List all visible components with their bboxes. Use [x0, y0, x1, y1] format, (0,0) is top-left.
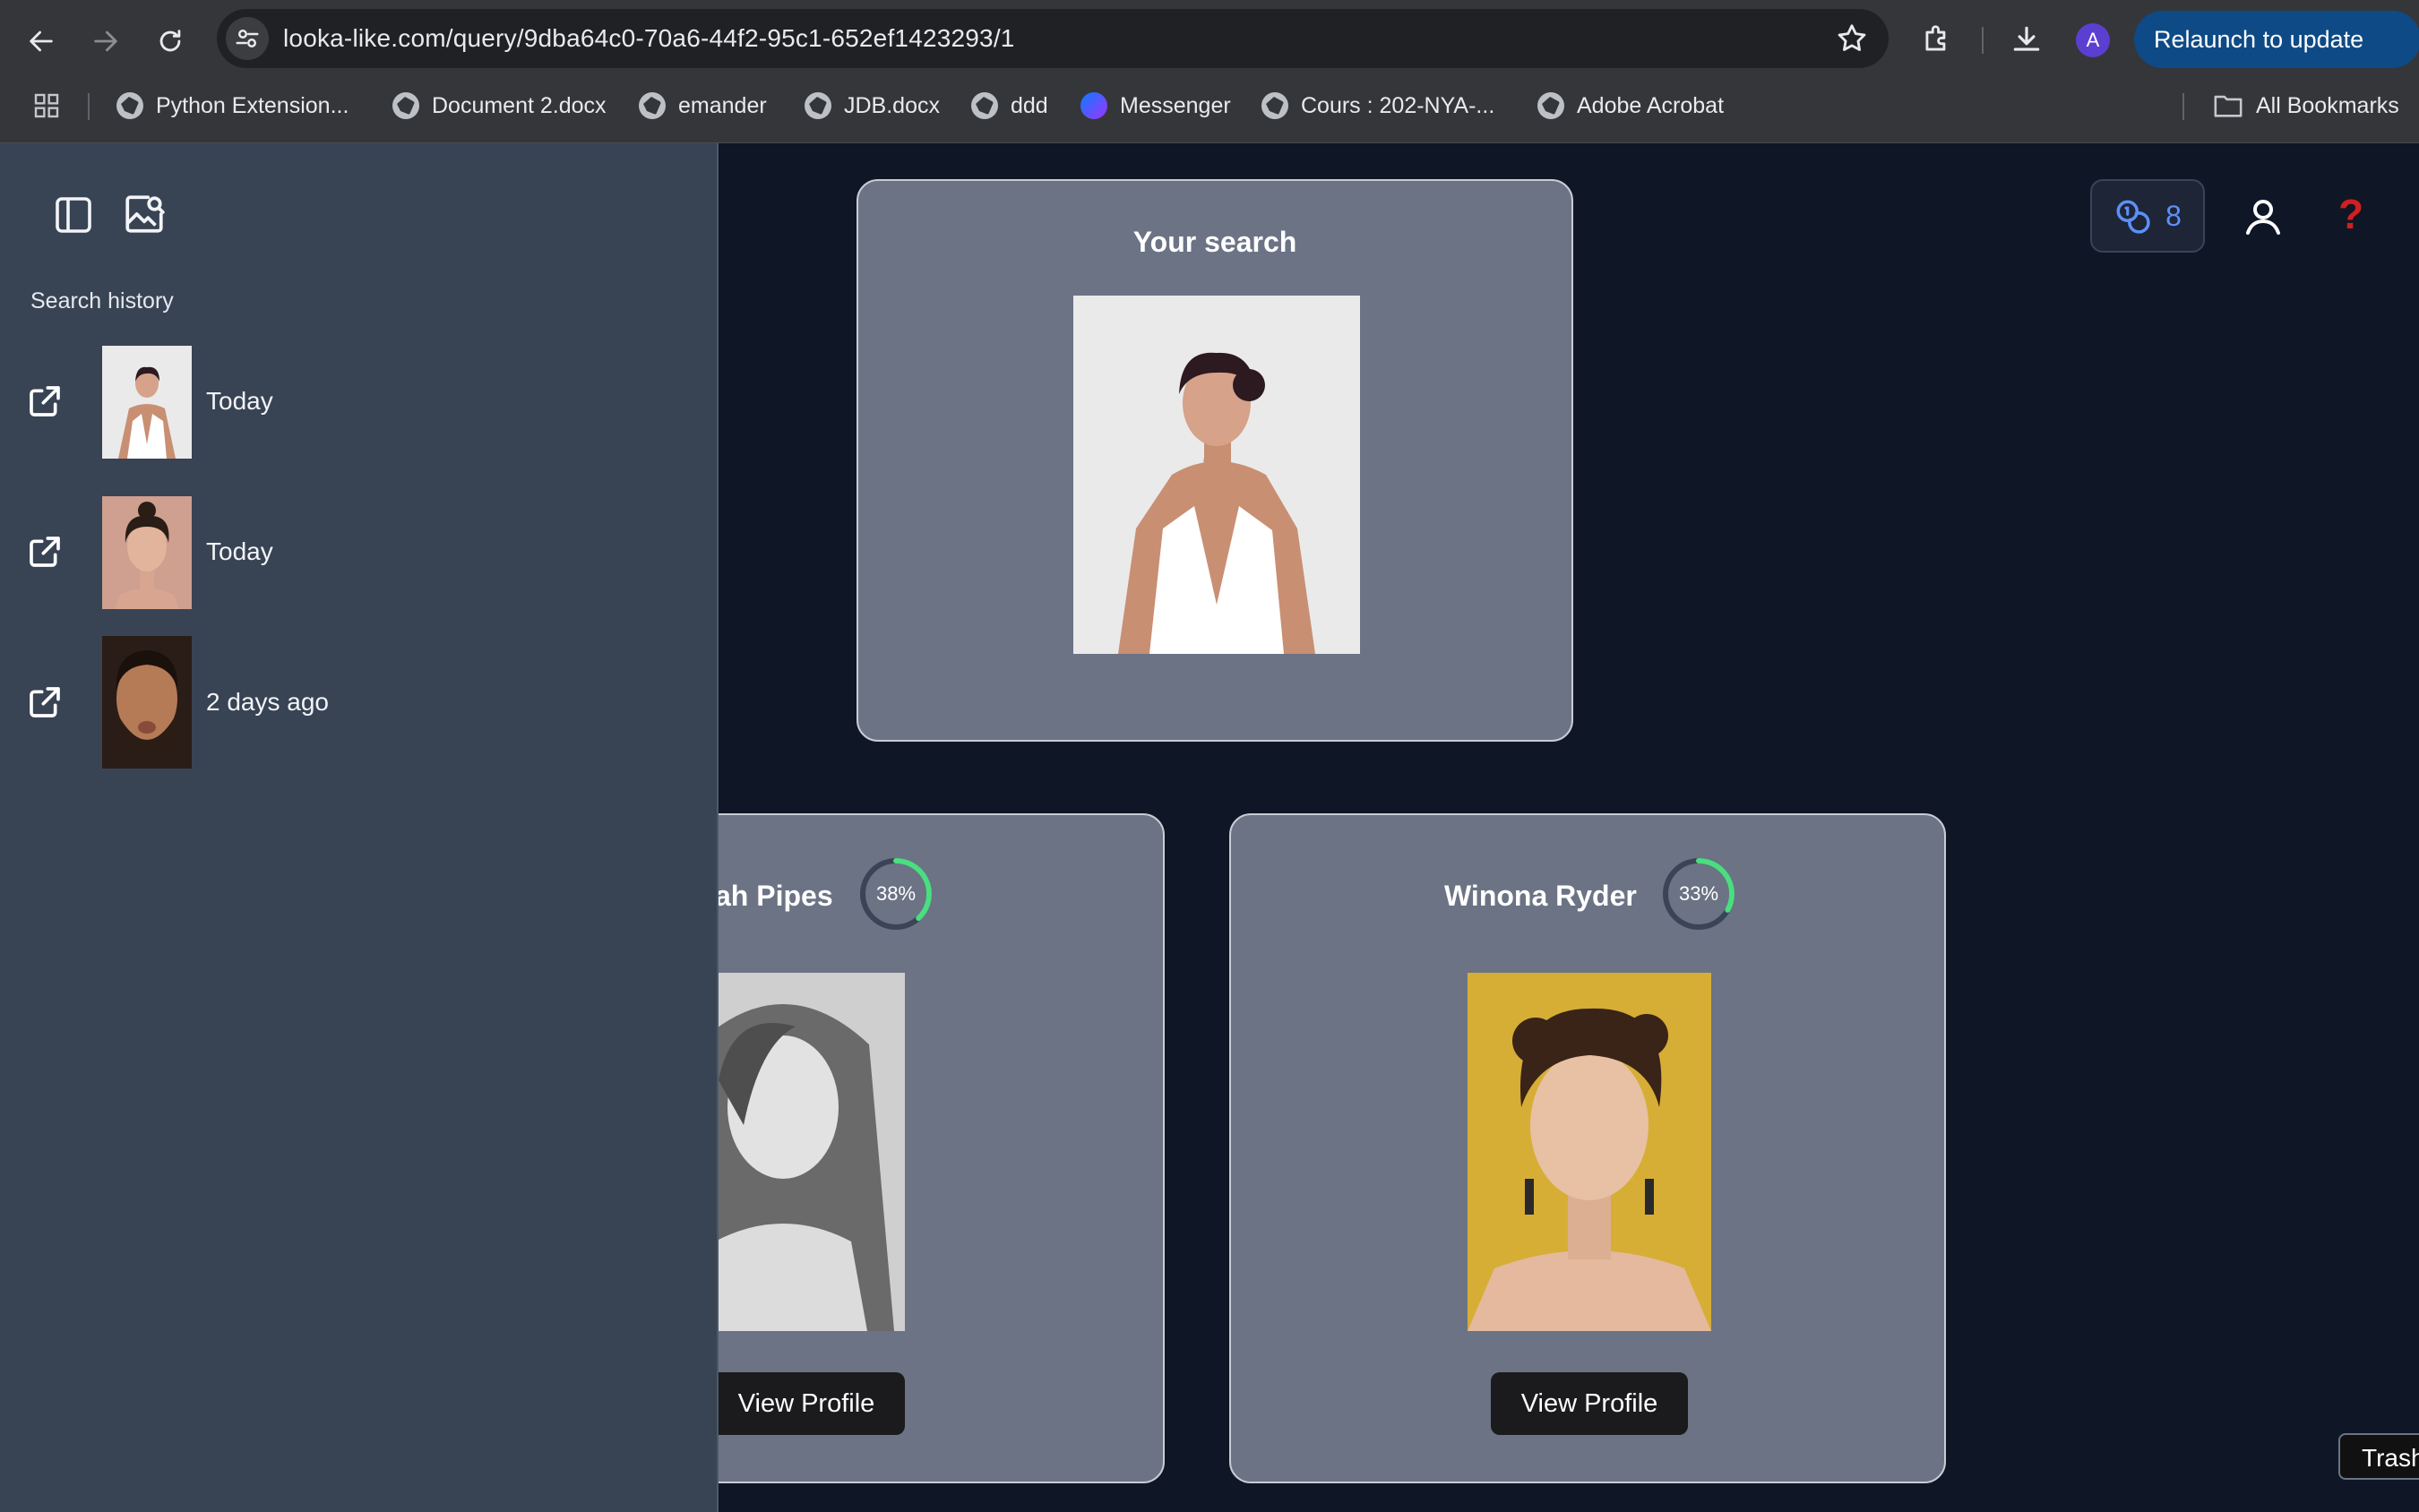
result-photo: [1468, 973, 1711, 1331]
result-name: ah Pipes: [715, 880, 833, 912]
bookmarks-divider: [88, 93, 90, 120]
history-time: 2 days ago: [206, 688, 329, 716]
bookmark-label: emander: [678, 92, 767, 118]
bookmarks-bar: Python Extension... Document 2.docx eman…: [0, 84, 2419, 127]
history-item[interactable]: Today: [0, 496, 719, 609]
forward-arrow-icon: [94, 30, 117, 52]
back-arrow-icon: [30, 30, 53, 52]
globe-icon: [971, 92, 998, 119]
globe-icon: [392, 92, 419, 119]
credits-badge[interactable]: 8: [2090, 179, 2205, 253]
your-search-title: Your search: [1132, 226, 1297, 258]
open-external-icon[interactable]: [27, 534, 63, 570]
back-button[interactable]: [18, 18, 65, 64]
bookmark-item[interactable]: Messenger: [1080, 84, 1231, 127]
bookmark-item[interactable]: Cours : 202-NYA-...: [1261, 84, 1494, 127]
bookmark-label: Adobe Acrobat: [1577, 92, 1725, 118]
bookmarks-divider: [2182, 93, 2184, 120]
bookmark-label: ddd: [1011, 92, 1048, 118]
url-text[interactable]: looka-like.com/query/9dba64c0-70a6-44f2-…: [283, 24, 1015, 53]
history-time: Today: [206, 387, 273, 415]
globe-icon: [639, 92, 666, 119]
bookmark-label: Python Extension...: [156, 92, 349, 118]
browser-chrome: looka-like.com/query/9dba64c0-70a6-44f2-…: [0, 0, 2419, 143]
search-photo: [1073, 296, 1360, 654]
credits-count: 8: [2165, 199, 2182, 232]
bookmark-item[interactable]: ddd: [971, 84, 1048, 127]
extensions-button[interactable]: [1917, 20, 1957, 59]
messenger-icon: [1080, 92, 1107, 119]
bookmark-item[interactable]: Document 2.docx: [392, 84, 607, 127]
globe-icon: [1261, 92, 1288, 119]
history-thumbnail: [102, 496, 192, 609]
bookmark-label: JDB.docx: [844, 92, 940, 118]
match-percent: 33%: [1678, 882, 1719, 905]
globe-icon: [805, 92, 831, 119]
match-ring: 33%: [1661, 856, 1736, 932]
search-history-title: Search history: [30, 288, 174, 314]
bookmark-item[interactable]: Python Extension...: [116, 84, 349, 127]
relaunch-button[interactable]: Relaunch to update: [2134, 11, 2419, 68]
star-icon[interactable]: [1835, 21, 1869, 56]
toolbar-divider: [1982, 27, 1984, 54]
puzzle-icon: [1925, 25, 1946, 51]
bookmark-label: Messenger: [1120, 92, 1231, 118]
trash-tooltip: Trash: [2338, 1433, 2419, 1480]
apps-grid-icon: [34, 93, 59, 118]
forward-button[interactable]: [82, 18, 129, 64]
folder-icon: [2214, 95, 2243, 117]
bookmark-item[interactable]: Adobe Acrobat: [1537, 84, 1724, 127]
match-ring: 38%: [858, 856, 934, 932]
image-search-icon[interactable]: [122, 192, 167, 236]
globe-icon: [116, 92, 143, 119]
sidebar-toggle-icon[interactable]: [52, 193, 95, 236]
open-external-icon[interactable]: [27, 684, 63, 720]
view-profile-button[interactable]: View Profile: [708, 1372, 905, 1435]
help-icon[interactable]: ?: [2338, 190, 2374, 240]
bookmark-label: Cours : 202-NYA-...: [1301, 92, 1495, 118]
reload-button[interactable]: [147, 18, 194, 64]
result-name: Winona Ryder: [1444, 880, 1637, 912]
history-time: Today: [206, 537, 273, 565]
result-card: Winona Ryder 33% View Profile: [1229, 813, 1946, 1483]
site-info-button[interactable]: [226, 17, 269, 60]
user-icon[interactable]: [2242, 195, 2285, 238]
globe-icon: [1537, 92, 1564, 119]
history-item[interactable]: Today: [0, 346, 719, 459]
reload-icon: [159, 30, 181, 52]
history-thumbnail: [102, 636, 192, 769]
apps-button[interactable]: [32, 84, 61, 127]
bookmark-label: Document 2.docx: [432, 92, 607, 118]
search-history-sidebar: Search history Today Today 2 days ago: [0, 143, 719, 1512]
history-thumbnail: [102, 346, 192, 459]
page-content: Your search 8 ? ah Pipes 38% View Profil…: [0, 143, 2419, 1512]
history-item[interactable]: 2 days ago: [0, 636, 719, 769]
your-search-card: Your search: [857, 179, 1573, 742]
all-bookmarks-button[interactable]: All Bookmarks: [2213, 84, 2399, 127]
all-bookmarks-label: All Bookmarks: [2256, 92, 2399, 118]
view-profile-button[interactable]: View Profile: [1491, 1372, 1688, 1435]
tune-icon: [236, 30, 259, 47]
match-percent: 38%: [875, 882, 917, 905]
address-bar[interactable]: looka-like.com/query/9dba64c0-70a6-44f2-…: [217, 9, 1889, 68]
bookmark-item[interactable]: JDB.docx: [805, 84, 940, 127]
profile-avatar[interactable]: A: [2076, 23, 2110, 57]
coins-icon: [2116, 200, 2150, 234]
open-external-icon[interactable]: [27, 383, 63, 419]
downloads-button[interactable]: [2007, 20, 2046, 59]
download-icon: [2013, 26, 2040, 51]
bookmark-item[interactable]: emander: [639, 84, 767, 127]
